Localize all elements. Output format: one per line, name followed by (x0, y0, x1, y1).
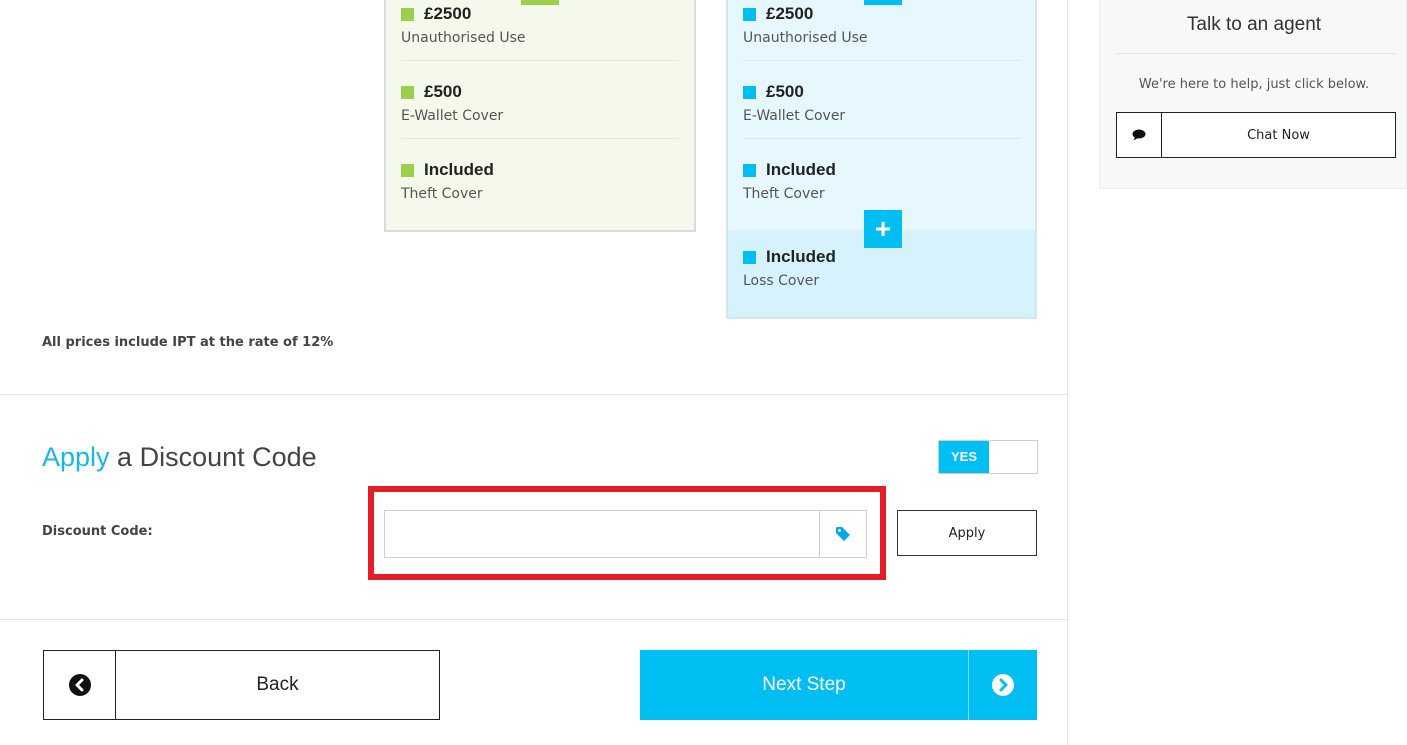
feature-label: Loss Cover (743, 273, 820, 289)
plan-card-premium[interactable]: £2500 Unauthorised Use £500 E-Wallet Cov… (726, 0, 1037, 319)
add-cover-plus-button[interactable]: + (864, 210, 902, 248)
bullet-square-icon (743, 250, 756, 264)
feature-label: Theft Cover (401, 186, 483, 202)
feature-e-wallet-cover: £500 E-Wallet Cover (401, 82, 681, 124)
feature-divider (743, 60, 1023, 61)
feature-value: £500 (424, 82, 462, 101)
tag-button[interactable] (819, 511, 866, 557)
discount-title-rest: a Discount Code (109, 442, 317, 472)
feature-label: E-Wallet Cover (743, 108, 846, 124)
feature-value: Included (766, 247, 836, 266)
chevron-left-circle-icon (68, 674, 91, 696)
back-button[interactable]: Back (43, 650, 440, 720)
bullet-square-icon (743, 163, 756, 177)
bullet-square-icon (401, 163, 414, 177)
back-button-label: Back (256, 674, 299, 695)
feature-divider (743, 138, 1023, 139)
back-icon-cell (44, 651, 116, 719)
feature-label: Unauthorised Use (401, 30, 526, 46)
agent-panel-title: Talk to an agent (1186, 14, 1322, 35)
discount-title-accent: Apply (42, 442, 110, 472)
feature-separator (401, 60, 679, 61)
feature-unauthorised-use: £2500 Unauthorised Use (401, 4, 681, 46)
tag-icon (836, 527, 850, 541)
discount-code-field (384, 510, 867, 558)
feature-value: £500 (766, 82, 804, 101)
feature-value: Included (766, 160, 836, 179)
feature-loss-cover: Included Loss Cover (743, 247, 1023, 289)
agent-panel: Talk to an agent We're here to help, jus… (1099, 0, 1407, 189)
feature-value: £2500 (766, 4, 814, 23)
section-divider (0, 394, 1068, 395)
plan-card-basic[interactable]: £2500 Unauthorised Use £500 E-Wallet Cov… (384, 0, 696, 232)
discount-section-title: Apply a Discount Code (42, 442, 317, 473)
feature-label: Unauthorised Use (743, 30, 868, 46)
feature-theft-cover: Included Theft Cover (743, 160, 1023, 202)
bullet-square-icon (743, 7, 756, 21)
chat-icon-cell (1117, 113, 1162, 157)
feature-separator (401, 138, 679, 139)
agent-panel-separator (1116, 53, 1396, 54)
feature-unauthorised-use: £2500 Unauthorised Use (743, 4, 1023, 46)
feature-separator (743, 138, 1021, 139)
feature-divider (401, 138, 681, 139)
chat-now-button[interactable]: Chat Now (1116, 112, 1396, 158)
next-icon-cell (968, 650, 1037, 720)
bullet-square-icon (743, 85, 756, 99)
feature-value: £2500 (424, 4, 472, 23)
agent-help-text: We're here to help, just click below. (1138, 77, 1370, 92)
feature-theft-cover: Included Theft Cover (401, 160, 681, 202)
apply-discount-button[interactable]: Apply (897, 510, 1037, 556)
section-divider (0, 619, 1068, 620)
next-step-label: Next Step (762, 674, 846, 695)
main-column: £2500 Unauthorised Use £500 E-Wallet Cov… (0, 0, 1068, 745)
feature-e-wallet-cover: £500 E-Wallet Cover (743, 82, 1023, 124)
feature-value: Included (424, 160, 494, 179)
next-step-button[interactable]: Next Step (640, 650, 1037, 720)
feature-divider (401, 60, 681, 61)
chevron-right-circle-icon (992, 674, 1014, 696)
discount-code-label: Discount Code: (42, 524, 153, 539)
speech-bubble-icon (1132, 129, 1146, 141)
discount-toggle[interactable]: YES (938, 440, 1038, 474)
toggle-yes-label: YES (939, 441, 989, 473)
feature-separator (743, 60, 1021, 61)
bullet-square-icon (401, 7, 414, 21)
discount-code-input[interactable] (385, 511, 819, 557)
feature-label: E-Wallet Cover (401, 108, 504, 124)
bullet-square-icon (401, 85, 414, 99)
feature-label: Theft Cover (743, 186, 825, 202)
ipt-note: All prices include IPT at the rate of 12… (42, 335, 334, 350)
chat-now-label: Chat Now (1247, 127, 1310, 143)
